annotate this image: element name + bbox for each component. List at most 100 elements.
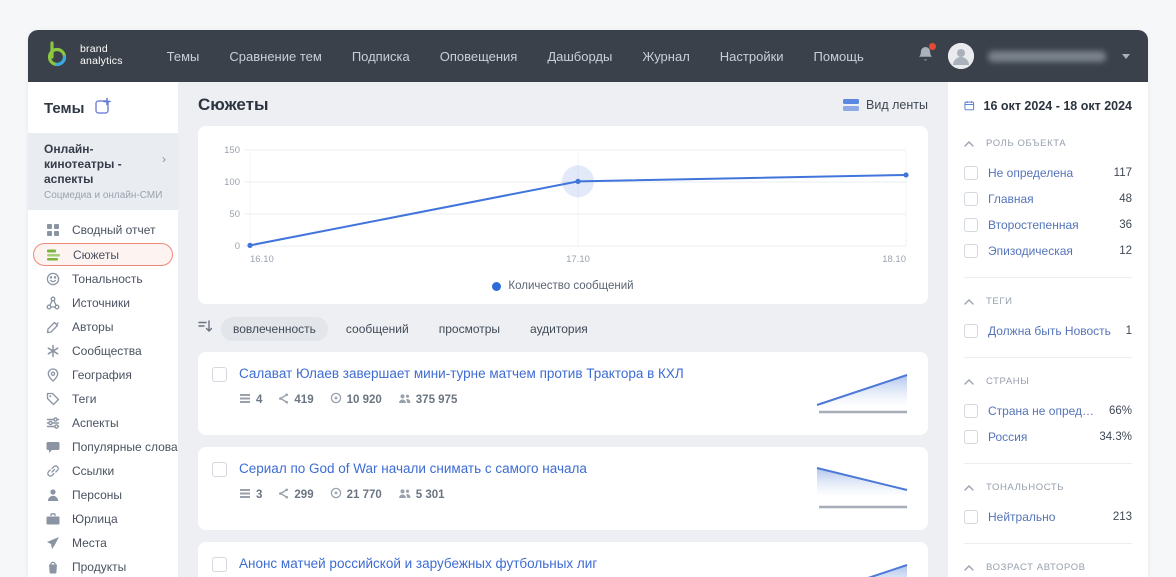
filter-checkbox[interactable] — [964, 324, 978, 338]
filter-label[interactable]: Страна не определена — [988, 404, 1099, 418]
nav-item-zhurnal[interactable]: Журнал — [642, 49, 689, 64]
avatar[interactable] — [948, 43, 974, 69]
filter-section-header[interactable]: ТЕГИ — [964, 292, 1132, 310]
filter-section-title: ВОЗРАСТ АВТОРОВ — [986, 561, 1086, 573]
themes-title: Темы — [44, 100, 85, 117]
views-icon — [330, 486, 342, 504]
nav-item-pomoshch[interactable]: Помощь — [814, 49, 864, 64]
left-sidebar: Темы Онлайн-кинотеатры - аспекты › Соцме… — [28, 82, 178, 577]
sidebar-item-yurlitsa[interactable]: Юрлица — [28, 507, 178, 531]
filter-section-header[interactable]: РОЛЬ ОБЪЕКТА — [964, 134, 1132, 152]
filter-value: 48 — [1119, 193, 1132, 205]
sidebar-item-produkty[interactable]: Продукты — [28, 555, 178, 577]
topic-card[interactable]: Онлайн-кинотеатры - аспекты › Соцмедиа и… — [28, 133, 178, 210]
filter-label[interactable]: Эпизодическая — [988, 244, 1109, 258]
sidebar-item-geografiya[interactable]: География — [28, 363, 178, 387]
feed-view-icon — [843, 98, 860, 111]
filter-checkbox[interactable] — [964, 510, 978, 524]
briefcase-icon — [45, 512, 60, 527]
sidebar-item-label: Авторы — [72, 320, 114, 334]
filter-checkbox[interactable] — [964, 166, 978, 180]
sort-icon[interactable] — [198, 320, 213, 338]
svg-text:50: 50 — [229, 209, 240, 220]
filter-checkbox[interactable] — [964, 430, 978, 444]
calendar-icon — [964, 101, 975, 111]
messages-icon — [239, 391, 251, 409]
chevron-up-icon — [964, 558, 974, 576]
app-window: brand analytics Темы Сравнение тем Подписк… — [28, 30, 1148, 577]
filter-label[interactable]: Россия — [988, 430, 1089, 444]
sidebar-item-soobshchestva[interactable]: Сообщества — [28, 339, 178, 363]
filter-checkbox[interactable] — [964, 244, 978, 258]
feed-view-button[interactable]: Вид ленты — [843, 98, 928, 112]
sidebar-item-aspekty[interactable]: Аспекты — [28, 411, 178, 435]
notifications-bell-icon[interactable] — [917, 42, 936, 68]
nav-item-podpiska[interactable]: Подписка — [352, 49, 410, 64]
story-title-link[interactable]: Салават Юлаев завершает мини-турне матче… — [239, 365, 803, 383]
filter-section-header[interactable]: ВОЗРАСТ АВТОРОВ — [964, 558, 1132, 576]
filter-label[interactable]: Должна быть Новость — [988, 324, 1116, 338]
filter-value: 66% — [1108, 405, 1132, 417]
nav-item-opoveshcheniya[interactable]: Оповещения — [440, 49, 518, 64]
filter-label[interactable]: Главная — [988, 192, 1109, 206]
filter-checkbox[interactable] — [964, 192, 978, 206]
story-title-link[interactable]: Анонс матчей российской и зарубежных фут… — [239, 555, 803, 573]
stat-value: 419 — [294, 393, 314, 406]
sidebar-item-persony[interactable]: Персоны — [28, 483, 178, 507]
logo-text: brand analytics — [80, 43, 123, 67]
filter-label[interactable]: Не определена — [988, 166, 1104, 180]
nav-item-temy[interactable]: Темы — [167, 49, 200, 64]
add-topic-icon[interactable] — [94, 97, 112, 120]
themes-header: Темы — [28, 82, 178, 133]
topic-subtitle: Соцмедиа и онлайн-СМИ — [44, 190, 163, 201]
sort-option-0[interactable]: вовлеченность — [221, 317, 328, 341]
filter-label[interactable]: Нейтрально — [988, 510, 1103, 524]
brand-analytics-logo[interactable]: brand analytics — [42, 39, 123, 74]
filter-section-header[interactable]: ТОНАЛЬНОСТЬ — [964, 478, 1132, 496]
reposts-icon — [278, 391, 289, 409]
chart-card: 0 50 100 150 16.10 17.10 18.10 Количество сооб… — [198, 126, 928, 304]
sidebar-item-label: Популярные слова — [72, 440, 178, 454]
nav-item-dashbordy[interactable]: Дашборды — [547, 49, 612, 64]
story-title-link[interactable]: Сериал по God of War начали снимать с са… — [239, 460, 803, 478]
story-body: Салават Юлаев завершает мини-турне матче… — [239, 365, 803, 409]
filter-checkbox[interactable] — [964, 218, 978, 232]
sidebar-item-mesta[interactable]: Места — [28, 531, 178, 555]
sidebar-item-label: Ссылки — [72, 464, 115, 478]
chevron-down-icon[interactable] — [1122, 53, 1130, 59]
story-checkbox[interactable] — [212, 367, 227, 382]
sidebar-item-tonalnost[interactable]: Тональность — [28, 267, 178, 291]
sidebar-item-svodnyy-otchet[interactable]: Сводный отчет — [28, 218, 178, 242]
filter-section-title: РОЛЬ ОБЪЕКТА — [986, 137, 1067, 149]
story-checkbox[interactable] — [212, 557, 227, 572]
sidebar-item-syuzhety[interactable]: Сюжеты — [33, 243, 173, 266]
chevron-up-icon — [964, 478, 974, 496]
main-nav: Темы Сравнение тем Подписка Оповещения Дашбо… — [167, 49, 917, 64]
grid-icon — [45, 223, 60, 238]
sidebar-item-ssylki[interactable]: Ссылки — [28, 459, 178, 483]
sidebar-item-populyarnye-slova[interactable]: Популярные слова — [28, 435, 178, 459]
nav-item-nastroyki[interactable]: Настройки — [720, 49, 784, 64]
story-stat: 4 — [239, 391, 262, 409]
story-checkbox[interactable] — [212, 462, 227, 477]
sidebar-item-label: Персоны — [72, 488, 123, 502]
sidebar-item-istochniki[interactable]: Источники — [28, 291, 178, 315]
filter-checkbox[interactable] — [964, 404, 978, 418]
filter-label[interactable]: Второстепенная — [988, 218, 1109, 232]
sidebar-item-tegi[interactable]: Теги — [28, 387, 178, 411]
reposts-icon — [278, 486, 289, 504]
sidebar-item-label: Сводный отчет — [72, 223, 156, 237]
sort-option-3[interactable]: аудитория — [518, 317, 600, 341]
sort-option-1[interactable]: сообщений — [334, 317, 421, 341]
nav-item-sravnenie-tem[interactable]: Сравнение тем — [229, 49, 321, 64]
date-range-picker[interactable]: 16 окт 2024 - 18 окт 2024 — [964, 97, 1132, 114]
chevron-up-icon — [964, 372, 974, 390]
filter-section-header[interactable]: СТРАНЫ — [964, 372, 1132, 390]
list-icon — [46, 247, 61, 262]
stat-value: 21 770 — [346, 488, 382, 501]
sidebar-item-label: Сообщества — [72, 344, 142, 358]
filters: РОЛЬ ОБЪЕКТА Не определена 117 Главная 48 Вто… — [964, 120, 1132, 577]
sidebar-item-avtory[interactable]: Авторы — [28, 315, 178, 339]
sort-option-2[interactable]: просмотры — [427, 317, 512, 341]
stories-list: Салават Юлаев завершает мини-турне матче… — [198, 352, 928, 577]
